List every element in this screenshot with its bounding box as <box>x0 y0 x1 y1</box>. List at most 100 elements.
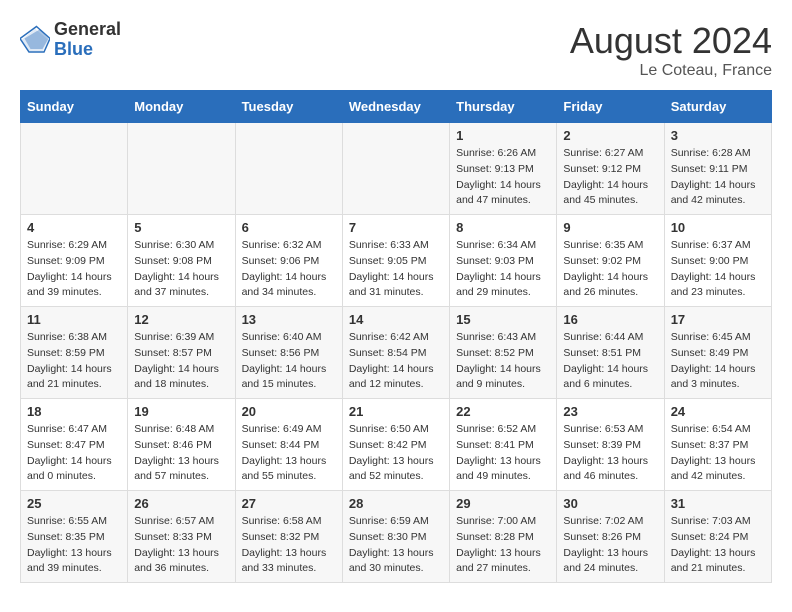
day-info: Sunrise: 6:57 AMSunset: 8:33 PMDaylight:… <box>134 514 228 577</box>
day-info: Sunrise: 6:26 AMSunset: 9:13 PMDaylight:… <box>456 146 550 209</box>
info-line: Sunset: 8:33 PM <box>134 531 212 543</box>
info-line: Sunset: 8:39 PM <box>563 439 641 451</box>
logo-text: General Blue <box>54 20 121 60</box>
day-cell: 31Sunrise: 7:03 AMSunset: 8:24 PMDayligh… <box>664 491 771 583</box>
info-line: Daylight: 14 hours and 45 minutes. <box>563 179 648 207</box>
info-line: Sunset: 8:28 PM <box>456 531 534 543</box>
day-cell: 6 Sunrise: 6:32 AM Sunset: 9:06 PM Daylight… <box>235 215 342 307</box>
info-line: Daylight: 14 hours and 29 minutes. <box>456 271 541 299</box>
day-info: Sunrise: 6:29 AMSunset: 9:09 PMDaylight:… <box>27 238 121 301</box>
info-line: Sunset: 9:06 PM <box>242 255 320 267</box>
day-info: Sunrise: 6:27 AMSunset: 9:12 PMDaylight:… <box>563 146 657 209</box>
day-number: 6 <box>242 220 336 235</box>
info-line: Sunset: 8:42 PM <box>349 439 427 451</box>
info-line: Sunset: 8:51 PM <box>563 347 641 359</box>
day-info: Sunrise: 6:40 AMSunset: 8:56 PMDaylight:… <box>242 330 336 393</box>
day-cell: 22Sunrise: 6:52 AMSunset: 8:41 PMDayligh… <box>450 399 557 491</box>
day-cell: 3Sunrise: 6:28 AMSunset: 9:11 PMDaylight… <box>664 123 771 215</box>
info-line: Daylight: 13 hours and 42 minutes. <box>671 455 756 483</box>
day-info: Sunrise: 6:37 AMSunset: 9:00 PMDaylight:… <box>671 238 765 301</box>
info-line: Daylight: 13 hours and 27 minutes. <box>456 547 541 575</box>
info-line: Sunrise: 6:53 AM <box>563 423 643 435</box>
day-number: 23 <box>563 404 657 419</box>
info-line: Daylight: 13 hours and 21 minutes. <box>671 547 756 575</box>
day-number: 15 <box>456 312 550 327</box>
day-number: 5 <box>134 220 228 235</box>
calendar-header: SundayMondayTuesdayWednesdayThursdayFrid… <box>21 91 772 123</box>
info-line: Daylight: 14 hours and 39 minutes. <box>27 271 112 299</box>
info-line: Sunrise: 6:54 AM <box>671 423 751 435</box>
info-line: Daylight: 14 hours and 42 minutes. <box>671 179 756 207</box>
day-info: Sunrise: 6:39 AMSunset: 8:57 PMDaylight:… <box>134 330 228 393</box>
day-number: 29 <box>456 496 550 511</box>
info-line: Daylight: 14 hours and 12 minutes. <box>349 363 434 391</box>
info-line: Daylight: 14 hours and 0 minutes. <box>27 455 112 483</box>
info-line: Daylight: 13 hours and 39 minutes. <box>27 547 112 575</box>
info-line: Sunset: 9:13 PM <box>456 163 534 175</box>
day-cell: 8Sunrise: 6:34 AMSunset: 9:03 PMDaylight… <box>450 215 557 307</box>
month-year-title: August 2024 <box>570 20 772 62</box>
header-cell-sunday: Sunday <box>21 91 128 123</box>
day-cell: 13Sunrise: 6:40 AMSunset: 8:56 PMDayligh… <box>235 307 342 399</box>
day-info: Sunrise: 6:55 AMSunset: 8:35 PMDaylight:… <box>27 514 121 577</box>
day-info: Sunrise: 6:30 AMSunset: 9:08 PMDaylight:… <box>134 238 228 301</box>
info-line: Sunset: 8:32 PM <box>242 531 320 543</box>
day-number: 16 <box>563 312 657 327</box>
info-line: Sunset: 9:08 PM <box>134 255 212 267</box>
info-line: Sunrise: 7:02 AM <box>563 515 643 527</box>
info-line: Sunrise: 6:42 AM <box>349 331 429 343</box>
info-line: Sunset: 8:47 PM <box>27 439 105 451</box>
info-line: Sunrise: 6:37 AM <box>671 239 751 251</box>
week-row-1: 1Sunrise: 6:26 AMSunset: 9:13 PMDaylight… <box>21 123 772 215</box>
info-line: Daylight: 14 hours and 34 minutes. <box>242 271 327 299</box>
day-info: Sunrise: 6:33 AMSunset: 9:05 PMDaylight:… <box>349 238 443 301</box>
day-info: Sunrise: 6:58 AMSunset: 8:32 PMDaylight:… <box>242 514 336 577</box>
info-line: Daylight: 13 hours and 55 minutes. <box>242 455 327 483</box>
info-line: Sunset: 9:09 PM <box>27 255 105 267</box>
day-cell <box>342 123 449 215</box>
day-cell: 26Sunrise: 6:57 AMSunset: 8:33 PMDayligh… <box>128 491 235 583</box>
info-line: Sunrise: 6:26 AM <box>456 147 536 159</box>
info-line: Sunrise: 6:34 AM <box>456 239 536 251</box>
info-line: Sunrise: 6:32 AM <box>242 239 322 251</box>
info-line: Sunrise: 6:49 AM <box>242 423 322 435</box>
info-line: Daylight: 13 hours and 49 minutes. <box>456 455 541 483</box>
info-line: Sunset: 8:30 PM <box>349 531 427 543</box>
info-line: Sunrise: 6:57 AM <box>134 515 214 527</box>
day-info: Sunrise: 6:59 AMSunset: 8:30 PMDaylight:… <box>349 514 443 577</box>
calendar-table: SundayMondayTuesdayWednesdayThursdayFrid… <box>20 90 772 583</box>
day-cell: 4Sunrise: 6:29 AMSunset: 9:09 PMDaylight… <box>21 215 128 307</box>
info-line: Sunset: 8:54 PM <box>349 347 427 359</box>
info-line: Daylight: 14 hours and 15 minutes. <box>242 363 327 391</box>
day-info: Sunrise: 6:53 AMSunset: 8:39 PMDaylight:… <box>563 422 657 485</box>
info-line: Sunrise: 6:44 AM <box>563 331 643 343</box>
day-cell: 16Sunrise: 6:44 AMSunset: 8:51 PMDayligh… <box>557 307 664 399</box>
day-number: 21 <box>349 404 443 419</box>
day-info: Sunrise: 6:47 AMSunset: 8:47 PMDaylight:… <box>27 422 121 485</box>
day-info: Sunrise: 7:02 AMSunset: 8:26 PMDaylight:… <box>563 514 657 577</box>
day-cell: 21Sunrise: 6:50 AMSunset: 8:42 PMDayligh… <box>342 399 449 491</box>
info-line: Sunset: 8:44 PM <box>242 439 320 451</box>
day-info: Sunrise: 6:43 AMSunset: 8:52 PMDaylight:… <box>456 330 550 393</box>
day-cell: 7 Sunrise: 6:33 AMSunset: 9:05 PMDaylight… <box>342 215 449 307</box>
day-cell: 5 Sunrise: 6:30 AMSunset: 9:08 PMDaylight… <box>128 215 235 307</box>
day-cell: 12Sunrise: 6:39 AMSunset: 8:57 PMDayligh… <box>128 307 235 399</box>
day-cell: 29Sunrise: 7:00 AMSunset: 8:28 PMDayligh… <box>450 491 557 583</box>
info-line: Sunrise: 6:50 AM <box>349 423 429 435</box>
info-line: Daylight: 14 hours and 3 minutes. <box>671 363 756 391</box>
day-number: 7 <box>349 220 443 235</box>
header-row: SundayMondayTuesdayWednesdayThursdayFrid… <box>21 91 772 123</box>
info-line: Sunrise: 6:33 AM <box>349 239 429 251</box>
day-number: 9 <box>563 220 657 235</box>
day-cell: 2Sunrise: 6:27 AMSunset: 9:12 PMDaylight… <box>557 123 664 215</box>
info-line: Sunrise: 6:38 AM <box>27 331 107 343</box>
day-cell: 9Sunrise: 6:35 AMSunset: 9:02 PMDaylight… <box>557 215 664 307</box>
info-line: Daylight: 13 hours and 24 minutes. <box>563 547 648 575</box>
info-line: Daylight: 14 hours and 18 minutes. <box>134 363 219 391</box>
header-cell-friday: Friday <box>557 91 664 123</box>
info-line: Sunrise: 6:48 AM <box>134 423 214 435</box>
info-line: Sunset: 8:35 PM <box>27 531 105 543</box>
info-line: Sunset: 9:12 PM <box>563 163 641 175</box>
location-subtitle: Le Coteau, France <box>570 62 772 80</box>
header-cell-monday: Monday <box>128 91 235 123</box>
